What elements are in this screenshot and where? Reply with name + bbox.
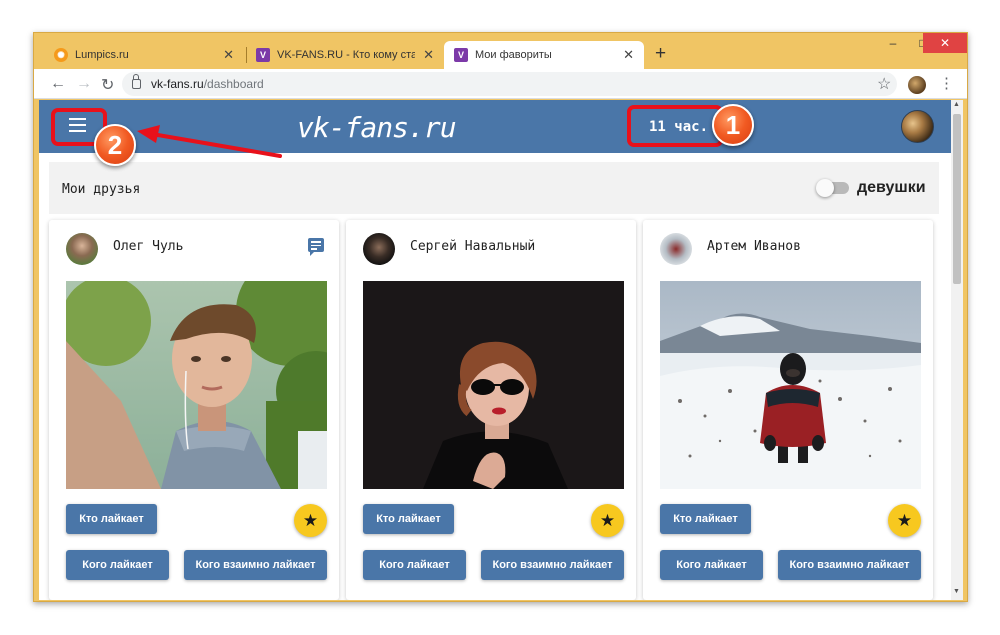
screenshot: ✺ Lumpics.ru ✕ V VK-FANS.RU - Кто кому с… bbox=[0, 0, 1000, 635]
annotation-badge-1: 1 bbox=[712, 104, 754, 146]
annotation-badge-2: 2 bbox=[94, 124, 136, 166]
annotation-arrow bbox=[137, 125, 282, 158]
